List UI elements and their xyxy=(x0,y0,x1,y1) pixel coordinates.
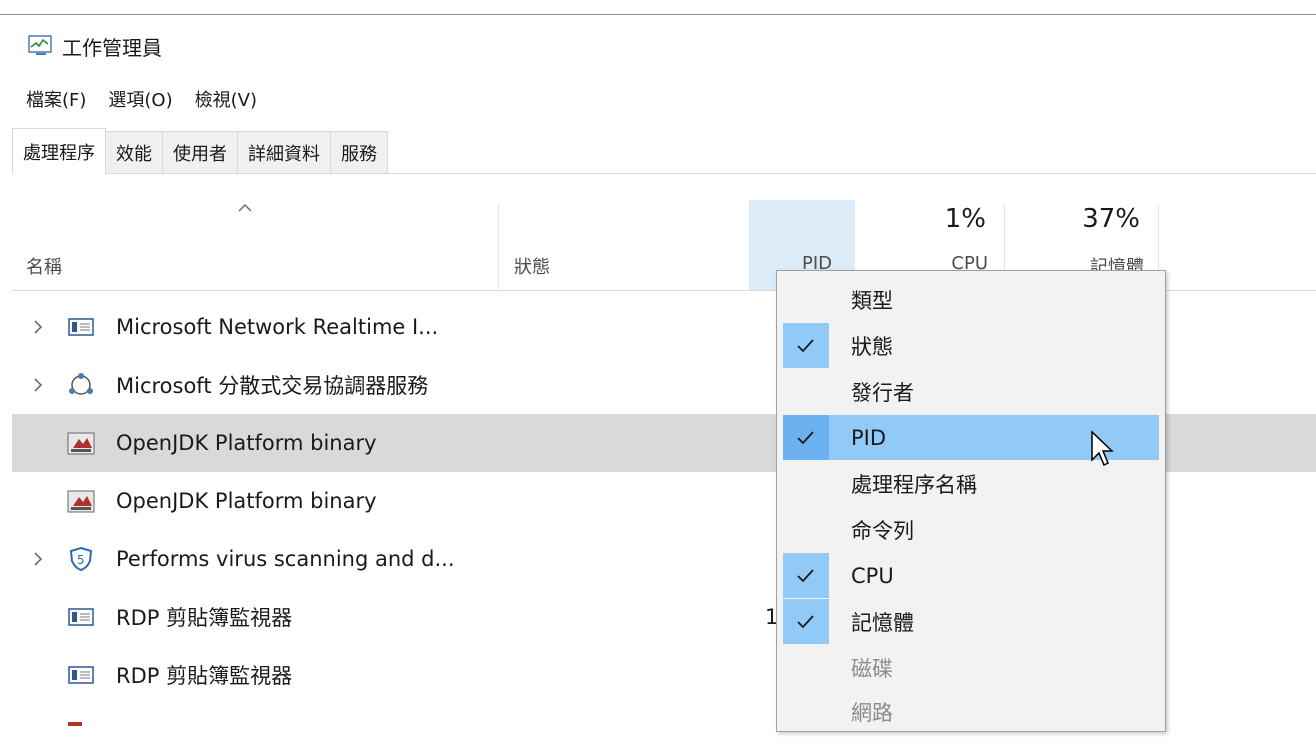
menu-options[interactable]: 選項(O) xyxy=(106,84,184,114)
window-top-border xyxy=(0,0,1316,15)
process-name: OpenJDK Platform binary xyxy=(116,489,377,513)
tab-details[interactable]: 詳細資料 xyxy=(237,131,331,173)
chevron-right-icon[interactable] xyxy=(30,551,46,567)
tab-performance[interactable]: 效能 xyxy=(105,131,163,173)
java-icon xyxy=(67,430,95,456)
menu-item-label: 記憶體 xyxy=(851,610,914,635)
process-name: Performs virus scanning and d... xyxy=(116,547,455,571)
check-icon xyxy=(783,599,829,644)
process-name: Microsoft Network Realtime I... xyxy=(116,315,439,339)
menu-item-label: 網路 xyxy=(851,700,893,725)
process-name: RDP 剪貼簿監視器 xyxy=(116,664,293,688)
process-name: OpenJDK Platform binary xyxy=(116,431,377,455)
service-icon xyxy=(67,604,95,630)
menu-item-type[interactable]: 類型 xyxy=(783,277,1159,322)
menu-item-label: 類型 xyxy=(851,288,893,313)
column-context-menu: 類型 狀態 發行者 PID 處理程序名稱 命令列 CPU 記憶體 磁碟 網路 xyxy=(776,270,1166,732)
menu-item-label: 命令列 xyxy=(851,518,914,543)
process-name: RDP 剪貼簿監視器 xyxy=(116,606,293,630)
check-icon xyxy=(783,553,829,598)
tab-strip: 處理程序 效能 使用者 詳細資料 服務 xyxy=(12,127,1316,174)
menu-item-memory[interactable]: 記憶體 xyxy=(783,599,1159,644)
menu-item-publisher[interactable]: 發行者 xyxy=(783,369,1159,414)
check-icon xyxy=(783,323,829,368)
chevron-right-icon[interactable] xyxy=(30,319,46,335)
service-icon xyxy=(67,314,95,340)
task-manager-icon xyxy=(28,35,52,55)
menu-item-label: PID xyxy=(851,425,887,450)
memory-usage-total: 37% xyxy=(1082,204,1140,234)
tab-users[interactable]: 使用者 xyxy=(162,131,238,173)
partial-row-icon xyxy=(68,722,82,726)
service-icon xyxy=(67,662,95,688)
menu-item-command-line[interactable]: 命令列 xyxy=(783,507,1159,552)
chevron-right-icon[interactable] xyxy=(30,377,46,393)
menu-item-label: CPU xyxy=(851,563,894,588)
menu-item-label: 處理程序名稱 xyxy=(851,472,977,497)
column-status[interactable]: 狀態 xyxy=(514,253,550,279)
column-divider xyxy=(498,204,499,290)
menu-item-disk[interactable]: 磁碟 xyxy=(783,645,1159,690)
mouse-pointer-icon xyxy=(1091,430,1114,467)
menu-file[interactable]: 檔案(F) xyxy=(24,84,98,114)
tab-services[interactable]: 服務 xyxy=(330,131,388,173)
menu-item-network[interactable]: 網路 xyxy=(783,689,1159,731)
antivirus-icon: 5 xyxy=(67,546,95,572)
svg-text:5: 5 xyxy=(77,553,85,567)
java-icon xyxy=(67,488,95,514)
cpu-usage-total: 1% xyxy=(944,204,986,234)
menu-item-label: 磁碟 xyxy=(851,656,893,681)
menu-item-status[interactable]: 狀態 xyxy=(783,323,1159,368)
column-name[interactable]: 名稱 xyxy=(26,253,62,279)
check-icon xyxy=(783,415,829,460)
menu-view[interactable]: 檢視(V) xyxy=(193,84,269,114)
menu-item-cpu[interactable]: CPU xyxy=(783,553,1159,598)
window-title: 工作管理員 xyxy=(62,35,162,60)
sort-ascending-icon xyxy=(238,203,252,212)
dtc-icon xyxy=(67,372,95,398)
menu-item-label: 發行者 xyxy=(851,380,914,405)
title-bar: 工作管理員 xyxy=(28,30,162,62)
process-name: Microsoft 分散式交易協調器服務 xyxy=(116,374,429,398)
menu-bar: 檔案(F) 選項(O) 檢視(V) xyxy=(24,84,277,114)
menu-item-label: 狀態 xyxy=(851,334,893,359)
tab-processes[interactable]: 處理程序 xyxy=(12,128,106,174)
